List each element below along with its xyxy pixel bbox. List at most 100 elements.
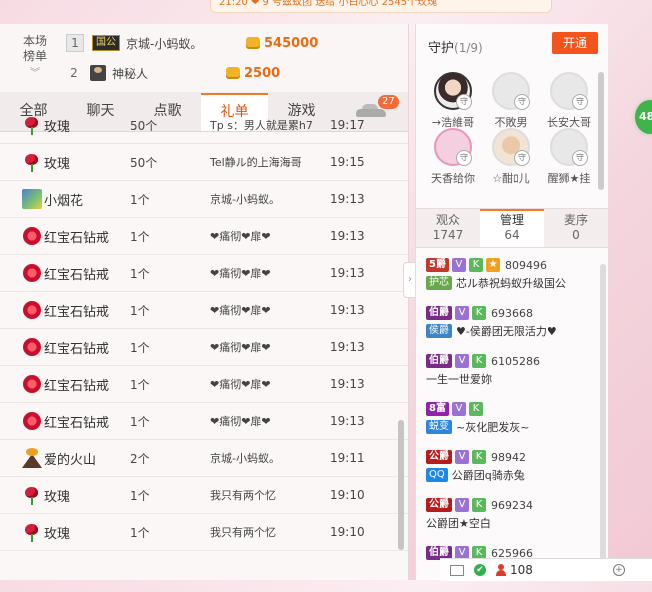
tab-managers[interactable]: 管理 64 xyxy=(480,209,544,247)
gift-time: 19:13 xyxy=(330,414,365,428)
zoom-in-icon: + xyxy=(612,564,625,576)
gift-count: 1个 xyxy=(130,488,150,503)
rank-value: 545000 xyxy=(264,35,319,51)
gift-row[interactable]: 玫瑰 1个 我只有两个忆 19:10 xyxy=(0,477,408,514)
rank-user-name[interactable]: 神秘人 xyxy=(112,65,226,82)
tab-audience-count: 1747 xyxy=(432,228,464,242)
tab-audience[interactable]: 观众 1747 xyxy=(416,209,480,247)
gift-row[interactable]: 红宝石钻戒 1个 ❤痛彻❤扉❤ 19:13 xyxy=(0,366,408,403)
rank-value: 2500 xyxy=(244,65,281,81)
gift-time: 19:13 xyxy=(330,377,365,391)
coin-icon xyxy=(246,37,260,49)
guard-count: (1/9) xyxy=(454,41,483,55)
gift-sender[interactable]: ❤痛彻❤扉❤ xyxy=(210,339,330,355)
guard-shield-icon: 守 xyxy=(514,94,530,110)
manager-item[interactable]: 伯爵 V K 693668 侯爵 ♥-侯爵团无限活力♥ xyxy=(416,304,608,352)
rank-level-badge: 公爵 xyxy=(426,498,452,512)
gift-sender[interactable]: ❤痛彻❤扉❤ xyxy=(210,265,330,281)
gift-sender[interactable]: ❤痛彻❤扉❤ xyxy=(210,228,330,244)
gift-row[interactable]: 红宝石钻戒 1个 ❤痛彻❤扉❤ 19:13 xyxy=(0,292,408,329)
guard-name: ☆酣ﾛ儿 xyxy=(492,172,530,185)
manager-list: 5爵 V K ★ 809496 护芯 芯ル恭祝蚂蚁升级国公 伯爵 V K 693668 侯爵 ♥-侯爵团… xyxy=(416,256,608,592)
manager-name[interactable]: 芯ル恭祝蚂蚁升级国公 xyxy=(456,275,566,291)
mail-button[interactable] xyxy=(450,564,464,576)
guard-title-text: 守护 xyxy=(428,41,455,56)
manager-name[interactable]: ~灰化肥发灰~ xyxy=(456,419,529,435)
gift-row[interactable]: 玫瑰 50个 Tp s：男人就是累h7 19:17 xyxy=(0,107,408,144)
guard-item[interactable]: 守长安大哥 xyxy=(542,72,596,130)
status-button[interactable]: ✔ xyxy=(474,564,486,576)
guard-item[interactable]: 守不敗男 xyxy=(484,72,538,130)
tab-mic-queue-count: 0 xyxy=(572,228,580,242)
fan-tag-badge: 护芯 xyxy=(426,276,452,290)
guard-item[interactable]: 守 →浩維哥 xyxy=(426,72,480,130)
guard-item[interactable]: 守醒狮★挂 xyxy=(542,128,596,186)
gift-sender[interactable]: 京城-小蚂蚁。 xyxy=(210,450,330,466)
gift-sender[interactable]: ❤痛彻❤扉❤ xyxy=(210,413,330,429)
tab-mic-queue[interactable]: 麦序 0 xyxy=(544,209,608,247)
rank-row[interactable]: 2 神秘人 2500 xyxy=(66,62,280,84)
mystery-avatar-icon xyxy=(90,65,106,81)
gift-list-scrollbar[interactable] xyxy=(398,420,404,550)
manager-scrollbar[interactable] xyxy=(600,264,606,574)
gift-name: 红宝石钻戒 xyxy=(44,267,110,283)
manager-name[interactable]: 一生一世爱妳 xyxy=(426,371,492,387)
audience-tabs: 观众 1747 管理 64 麦序 0 xyxy=(416,208,608,248)
gift-sender[interactable]: 京城-小蚂蚁。 xyxy=(210,191,330,207)
manager-name[interactable]: ♥-侯爵团无限活力♥ xyxy=(456,323,557,339)
guard-item[interactable]: 守天香给你 xyxy=(426,128,480,186)
manager-name[interactable]: 公爵团q骑赤兔 xyxy=(452,467,525,483)
manager-item[interactable]: 公爵 V K 969234 公爵团★空白 xyxy=(416,496,608,544)
gift-row[interactable]: 爱的火山 2个 京城-小蚂蚁。 19:11 xyxy=(0,440,408,477)
gift-row[interactable]: 玫瑰 50个 Tel静ル的上海海哥 19:15 xyxy=(0,144,408,181)
ruby-ring-icon xyxy=(22,300,42,320)
manager-item[interactable]: 伯爵 V K 6105286 一生一世爱妳 xyxy=(416,352,608,400)
guard-shield-icon: 守 xyxy=(456,94,472,110)
guard-scrollbar[interactable] xyxy=(598,72,604,190)
gift-row[interactable]: 小烟花 1个 京城-小蚂蚁。 19:13 xyxy=(0,181,408,218)
gift-sender[interactable]: ❤痛彻❤扉❤ xyxy=(210,376,330,392)
gift-row[interactable]: 红宝石钻戒 1个 ❤痛彻❤扉❤ 19:13 xyxy=(0,329,408,366)
gift-sender[interactable]: Tel静ル的上海海哥 xyxy=(210,154,330,170)
guard-avatar: 守 xyxy=(434,128,472,166)
tab-mic-queue-label: 麦序 xyxy=(563,213,588,227)
rank-row[interactable]: 1 国公 京城-小蚂蚁。 545000 xyxy=(66,32,318,54)
k-badge: K xyxy=(472,450,486,464)
floating-level-ball[interactable]: 48 xyxy=(635,100,652,134)
gift-sender[interactable]: 我只有两个忆 xyxy=(210,487,330,503)
chevron-down-icon[interactable]: ︾ xyxy=(30,64,40,79)
guard-item[interactable]: 守 ☆酣ﾛ儿 xyxy=(484,128,538,186)
vip-badge: V xyxy=(455,450,469,464)
open-guard-button[interactable]: 开通 xyxy=(552,32,598,54)
manager-item[interactable]: 8富 V K 蜕变 ~灰化肥发灰~ xyxy=(416,400,608,448)
gift-time: 19:13 xyxy=(330,340,365,354)
online-count[interactable]: 108 xyxy=(496,563,533,577)
manager-item[interactable]: 公爵 V K 98942 QQ 公爵团q骑赤兔 xyxy=(416,448,608,496)
gift-list: 玫瑰 50个 Tp s：男人就是累h7 19:17 玫瑰 50个 Tel静ル的上海海哥 19:… xyxy=(0,107,408,551)
gift-sender[interactable]: Tp s：男人就是累h7 xyxy=(210,117,330,133)
rank-level-badge: 公爵 xyxy=(426,450,452,464)
gift-count: 1个 xyxy=(130,377,150,392)
ruby-ring-icon xyxy=(22,226,42,246)
gift-row[interactable]: 红宝石钻戒 1个 ❤痛彻❤扉❤ 19:13 xyxy=(0,255,408,292)
rank-level-badge: 伯爵 xyxy=(426,354,452,368)
rose-icon xyxy=(22,152,42,172)
gift-sender[interactable]: 我只有两个忆 xyxy=(210,524,330,540)
gift-count: 1个 xyxy=(130,229,150,244)
gift-row[interactable]: 玫瑰 1个 我只有两个忆 19:10 xyxy=(0,514,408,551)
vip-badge: V xyxy=(451,258,466,272)
gift-count: 1个 xyxy=(130,192,150,207)
gift-row[interactable]: 红宝石钻戒 1个 ❤痛彻❤扉❤ 19:13 xyxy=(0,218,408,255)
rank-title[interactable]: 本场榜单 xyxy=(18,34,52,64)
guard-header: 守护(1/9) 开通 xyxy=(416,24,608,64)
gift-sender[interactable]: ❤痛彻❤扉❤ xyxy=(210,302,330,318)
manager-item[interactable]: 5爵 V K ★ 809496 护芯 芯ル恭祝蚂蚁升级国公 xyxy=(416,256,608,304)
top-notice-text: 21:20 ❤ 9 号兹蚁团 送给 小白心心 2545个玫瑰 xyxy=(219,0,438,8)
zoom-button[interactable]: + xyxy=(612,564,625,576)
manager-name[interactable]: 公爵团★空白 xyxy=(426,515,491,531)
guard-avatar: 守 xyxy=(492,128,530,166)
gift-row[interactable]: 红宝石钻戒 1个 ❤痛彻❤扉❤ 19:13 xyxy=(0,403,408,440)
vip-badge: V xyxy=(451,402,466,416)
tab-managers-label: 管理 xyxy=(499,213,524,227)
rank-user-name[interactable]: 京城-小蚂蚁。 xyxy=(126,35,246,52)
